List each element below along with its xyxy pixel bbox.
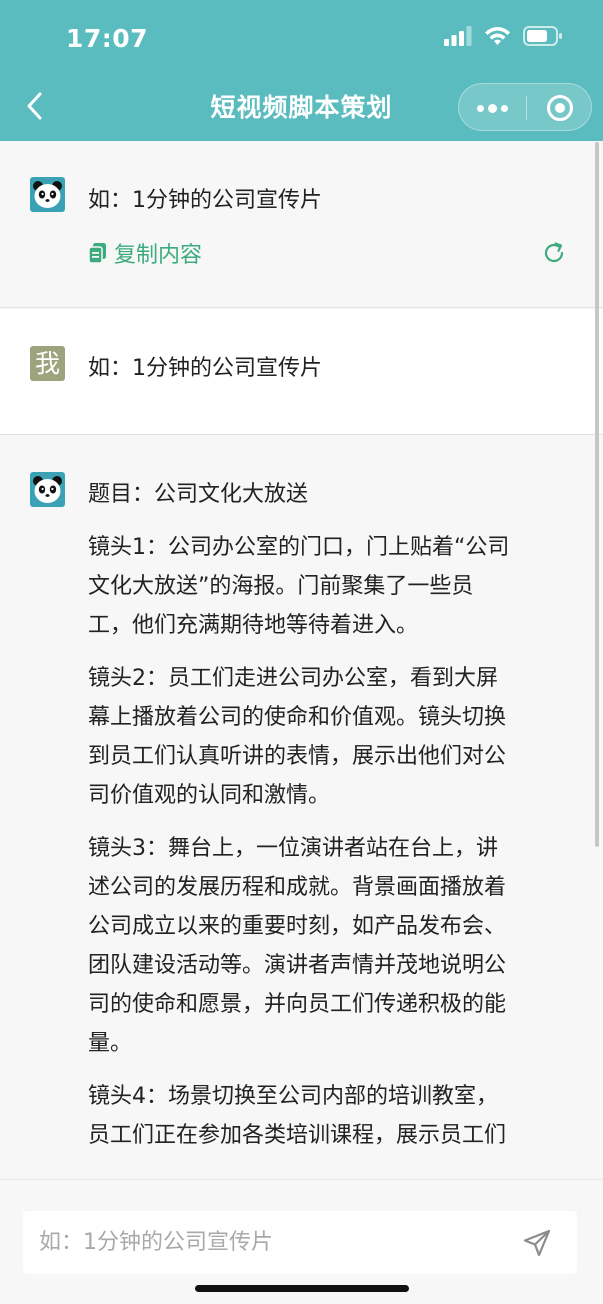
answer-line: 到员工们认真听讲的表情，展示出他们对公 [88, 744, 507, 769]
assistant-answer-message: 题目：公司文化大放送镜头1：公司办公室的门口，门上贴着“公司 文化大放送”的海报。… [0, 436, 603, 1179]
answer-line: 文化大放送”的海报。门前聚集了一些员 [88, 574, 474, 599]
answer-line: 镜头2：员工们走进公司办公室，看到大屏 [88, 666, 498, 691]
refresh-icon[interactable] [542, 241, 566, 265]
message-input-box[interactable] [23, 1211, 577, 1274]
answer-line: 司价值观的认同和激情。 [88, 783, 331, 808]
answer-line: 述公司的发展历程和成就。背景画面播放着 [88, 875, 507, 900]
answer-line: 量。 [88, 1031, 133, 1056]
status-icons [444, 26, 563, 46]
answer-line: 团队建设活动等。演讲者声情并茂地说明公 [88, 953, 507, 978]
message-input[interactable] [39, 1211, 509, 1274]
answer-line: 幕上播放着公司的使命和价值观。镜头切换 [88, 705, 507, 730]
close-button[interactable] [526, 84, 593, 132]
more-button[interactable] [459, 84, 526, 132]
user-message: 我 如：1分钟的公司宣传片 [0, 309, 603, 435]
answer-line: 镜头1：公司办公室的门口，门上贴着“公司 [88, 535, 510, 560]
assistant-prompt-text: 如：1分钟的公司宣传片 [88, 188, 322, 213]
home-indicator [195, 1285, 409, 1292]
nav-header: 17:07 短视频脚本策划 [0, 0, 603, 141]
answer-line: 员工们正在参加各类培训课程，展示员工们 [88, 1123, 507, 1148]
panda-avatar-icon [30, 472, 65, 507]
answer-line: 工，他们充满期待地等待着进入。 [88, 613, 419, 638]
copy-button[interactable]: 复制内容 [88, 237, 202, 269]
signal-icon [444, 26, 472, 46]
chat-scroll-area[interactable]: 如：1分钟的公司宣传片 复制内容 我 如：1分钟的公司宣传片 题目：公司文化大放… [0, 141, 603, 1179]
copy-label: 复制内容 [114, 243, 203, 268]
wifi-icon [485, 27, 510, 45]
more-icon [477, 104, 484, 112]
status-time: 17:07 [66, 24, 149, 53]
send-icon[interactable] [521, 1227, 553, 1259]
close-target-icon [546, 95, 573, 121]
answer-line: 司的使命和愿景，并向员工们传递积极的能 [88, 992, 507, 1017]
answer-line: 镜头3：舞台上，一位演讲者站在台上，讲 [88, 836, 498, 861]
answer-text: 题目：公司文化大放送镜头1：公司办公室的门口，门上贴着“公司 文化大放送”的海报。… [88, 475, 572, 1155]
user-message-text: 如：1分钟的公司宣传片 [88, 356, 322, 381]
scrollbar[interactable] [595, 142, 599, 847]
answer-line: 镜头4：场景切换至公司内部的培训教室， [88, 1084, 498, 1109]
copy-icon [88, 243, 106, 264]
mini-program-capsule [458, 83, 592, 131]
answer-line: 公司成立以来的重要时刻，如产品发布会、 [88, 914, 507, 939]
assistant-prompt-message: 如：1分钟的公司宣传片 复制内容 [0, 141, 603, 308]
battery-icon [523, 26, 562, 46]
panda-avatar-icon [30, 177, 65, 212]
user-avatar: 我 [30, 346, 65, 381]
answer-line: 题目：公司文化大放送 [88, 482, 309, 507]
